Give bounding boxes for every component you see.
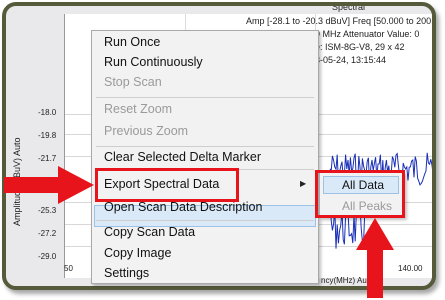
submenu-highlight-box xyxy=(315,170,405,218)
x-tick: 50 xyxy=(64,264,73,273)
menu-item-settings[interactable]: Settings xyxy=(104,266,149,280)
up-arrow-icon xyxy=(356,218,394,298)
menu-item-reset-zoom[interactable]: Reset Zoom xyxy=(104,102,172,116)
x-tick: 140.00 xyxy=(398,264,423,273)
plot-title: Spectral xyxy=(332,2,366,12)
y-tick: -21.7 xyxy=(38,154,57,163)
plot-info-frequency: 9 MHz Attenuator Value: 0 xyxy=(315,29,420,39)
y-tick: -29.0 xyxy=(38,252,57,261)
menu-separator xyxy=(96,97,314,98)
menu-separator xyxy=(96,146,314,147)
y-tick: -19.8 xyxy=(38,131,57,140)
y-tick: -25.3 xyxy=(38,206,57,215)
y-tick: -18.0 xyxy=(38,108,57,117)
right-arrow-icon xyxy=(4,166,94,204)
menu-item-copy-image[interactable]: Copy Image xyxy=(104,246,171,260)
plot-info-range: Amp [-28.1 to -20.3 dBuV] Freq [50.000 t… xyxy=(246,16,436,26)
menu-item-stop-scan[interactable]: Stop Scan xyxy=(104,75,162,89)
y-tick: -27.2 xyxy=(38,229,57,238)
menu-item-run-continuously[interactable]: Run Continuously xyxy=(104,55,203,69)
menu-item-previous-zoom[interactable]: Previous Zoom xyxy=(104,124,188,138)
context-menu: Run Once Run Continuously Stop Scan Rese… xyxy=(91,30,319,284)
menu-item-run-once[interactable]: Run Once xyxy=(104,35,160,49)
menu-item-clear-delta-marker[interactable]: Clear Selected Delta Marker xyxy=(104,150,261,164)
plot-info-timestamp: 3-05-24, 13:15:44 xyxy=(315,55,387,65)
menu-item-copy-scan-data[interactable]: Copy Scan Data xyxy=(104,225,195,239)
menu-item-open-scan-description[interactable]: Open Scan Data Description xyxy=(104,200,262,214)
plot-info-device: e: ISM-8G-V8, 29 x 42 xyxy=(315,42,405,52)
submenu-arrow-icon: ▶ xyxy=(300,179,307,188)
menu-separator xyxy=(96,220,314,221)
export-highlight-box xyxy=(95,168,239,202)
